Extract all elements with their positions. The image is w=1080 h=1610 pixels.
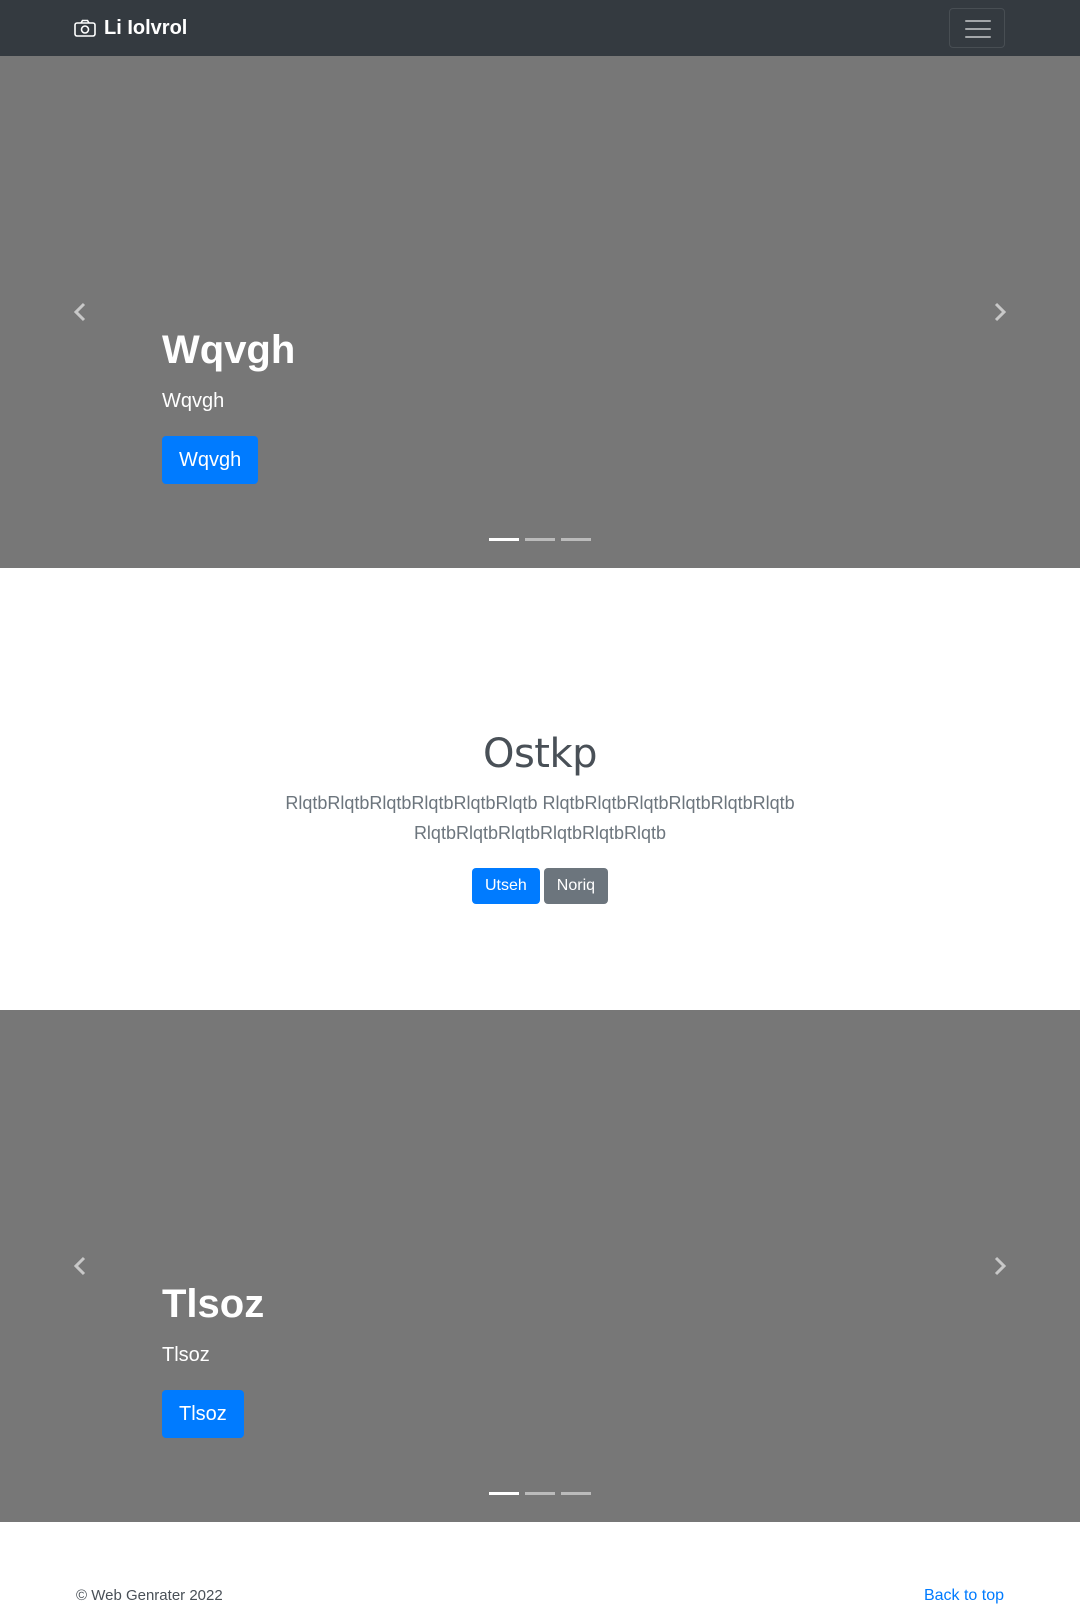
- carousel-indicators: [0, 538, 1080, 541]
- carousel-next-control[interactable]: [918, 1010, 1080, 1522]
- navbar-toggler-button[interactable]: [949, 8, 1005, 48]
- carousel-title: Tlsoz: [162, 1282, 265, 1326]
- chevron-left-icon: [73, 1256, 86, 1276]
- carousel-indicator-1[interactable]: [489, 1492, 519, 1495]
- brand-name: Li Iolvrol: [104, 16, 188, 39]
- carousel-indicator-2[interactable]: [525, 1492, 555, 1495]
- navbar: Li Iolvrol: [0, 0, 1080, 56]
- chevron-left-icon: [73, 302, 86, 322]
- carousel-subtitle: Tlsoz: [162, 1344, 210, 1366]
- carousel-caption: Wqvgh Wqvgh Wqvgh: [162, 326, 295, 484]
- camera-icon: [74, 19, 96, 37]
- second-carousel: Tlsoz Tlsoz Tlsoz: [0, 1010, 1080, 1522]
- copyright-text: © Web Genrater 2022: [76, 1587, 223, 1604]
- footer: © Web Genrater 2022 Back to top: [0, 1522, 1080, 1610]
- carousel-cta-button[interactable]: Tlsoz: [162, 1390, 244, 1438]
- carousel-prev-control[interactable]: [0, 1010, 162, 1522]
- carousel-next-control[interactable]: [918, 56, 1080, 568]
- secondary-button[interactable]: Noriq: [543, 868, 609, 904]
- jumbotron-lead: RlqtbRlqtbRlqtbRlqtbRlqtbRlqtb RlqtbRlqt…: [285, 793, 795, 843]
- chevron-right-icon: [994, 1256, 1007, 1276]
- jumbotron-buttons: Utseh Noriq: [0, 868, 1080, 904]
- hero-carousel: Wqvgh Wqvgh Wqvgh: [0, 56, 1080, 568]
- brand-link[interactable]: Li Iolvrol: [74, 0, 187, 56]
- carousel-indicator-3[interactable]: [561, 538, 591, 541]
- jumbotron-heading: Ostkp: [482, 731, 598, 777]
- carousel-indicator-1[interactable]: [489, 538, 519, 541]
- jumbotron-section: Ostkp RlqtbRlqtbRlqtbRlqtbRlqtbRlqtb Rlq…: [0, 568, 1080, 1010]
- carousel-cta-button[interactable]: Wqvgh: [162, 436, 259, 484]
- back-to-top-link[interactable]: Back to top: [924, 1587, 1004, 1605]
- carousel-title: Wqvgh: [162, 328, 296, 372]
- carousel-prev-control[interactable]: [0, 56, 162, 568]
- carousel-subtitle: Wqvgh: [162, 390, 225, 412]
- carousel-caption: Tlsoz Tlsoz Tlsoz: [162, 1280, 264, 1438]
- carousel-indicator-2[interactable]: [525, 538, 555, 541]
- primary-button[interactable]: Utseh: [471, 868, 540, 904]
- chevron-right-icon: [994, 302, 1007, 322]
- carousel-indicators: [0, 1492, 1080, 1495]
- carousel-indicator-3[interactable]: [561, 1492, 591, 1495]
